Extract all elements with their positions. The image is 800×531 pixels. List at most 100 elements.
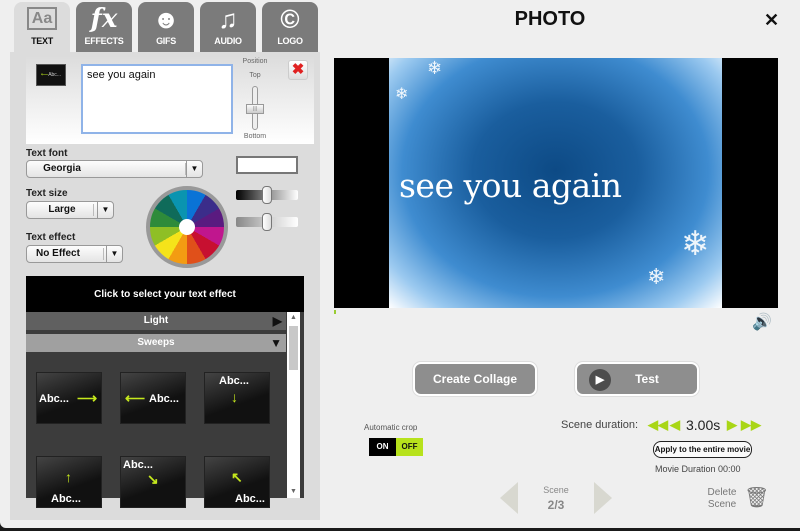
category-sweeps[interactable]: Sweeps ▼ xyxy=(26,334,286,352)
text-size-dropdown[interactable]: Large ▼ xyxy=(26,201,114,219)
tile-text: Abc... xyxy=(51,493,81,505)
effect-sweep-left[interactable]: ⟵ Abc... xyxy=(120,372,186,424)
toggle-on[interactable]: ON xyxy=(369,438,396,456)
arrow-left-icon: ⟵ xyxy=(125,390,146,406)
arrow-right-icon: ⟶ xyxy=(77,390,98,406)
tab-audio[interactable]: ♫ AUDIO xyxy=(200,2,256,54)
text-effects-list: Click to select your text effect Light ▶… xyxy=(26,276,304,508)
playback-progress[interactable] xyxy=(334,310,336,314)
position-slider-thumb[interactable]: ||| xyxy=(246,104,264,114)
scene-counter: 2/3 xyxy=(547,498,565,512)
tab-label: LOGO xyxy=(277,36,303,46)
category-label: Light xyxy=(143,315,169,326)
category-label: Sweeps xyxy=(137,337,175,348)
opacity-slider-thumb[interactable] xyxy=(262,213,272,231)
tile-text: Abc... xyxy=(219,375,249,387)
delete-label-line1: Delete xyxy=(707,487,737,498)
effect-sweep-up[interactable]: ↑ Abc... xyxy=(36,456,102,508)
thumb-label: Abc... xyxy=(48,72,61,78)
smiley-icon: ☻ xyxy=(152,4,180,34)
music-note-icon: ♫ xyxy=(218,4,238,34)
scene-label: Scene xyxy=(543,485,569,495)
text-effect-label: Text effect xyxy=(26,232,76,243)
slide-text: see you again xyxy=(399,166,622,205)
tile-text: Abc... xyxy=(123,459,153,471)
text-font-value: Georgia xyxy=(43,163,81,174)
text-effect-dropdown[interactable]: No Effect ▼ xyxy=(26,245,123,263)
tab-text[interactable]: Aa TEXT xyxy=(14,2,70,54)
button-label: Test xyxy=(635,372,659,386)
scrollbar-thumb[interactable] xyxy=(289,326,298,370)
effect-sweep-down[interactable]: Abc... ↓ xyxy=(204,372,270,424)
tab-label: AUDIO xyxy=(214,36,242,46)
text-icon: Aa xyxy=(14,2,70,36)
arrow-up-left-icon: ↖ xyxy=(231,469,243,485)
delete-scene-button[interactable]: Delete Scene xyxy=(700,487,744,511)
page-title: PHOTO xyxy=(514,8,586,30)
snowflake-icon: ❄ xyxy=(427,58,443,78)
next-scene-button[interactable] xyxy=(594,482,612,514)
tab-label: TEXT xyxy=(31,36,53,46)
play-icon: ▶ xyxy=(589,369,611,391)
tab-gifs[interactable]: ☻ GIFS xyxy=(138,2,194,54)
text-font-dropdown[interactable]: Georgia ▼ xyxy=(26,160,203,178)
separator xyxy=(93,204,94,216)
close-icon[interactable]: ✕ xyxy=(764,10,779,31)
scene-duration-label: Scene duration: xyxy=(561,419,639,431)
color-wheel[interactable] xyxy=(146,186,228,268)
fx-icon: fx xyxy=(90,4,118,34)
snowflake-icon: ❄ xyxy=(681,225,710,263)
arrow-down-icon: ↓ xyxy=(231,389,238,405)
effect-sweep-up-left[interactable]: ↖ Abc... xyxy=(204,456,270,508)
button-label: Create Collage xyxy=(432,372,518,386)
fast-forward-icon[interactable]: ▶▶ xyxy=(741,417,761,433)
tab-logo[interactable]: © LOGO xyxy=(262,2,318,54)
position-top-label: Top xyxy=(249,72,261,79)
scroll-up-icon[interactable]: ▲ xyxy=(287,312,300,324)
brightness-slider-thumb[interactable] xyxy=(262,186,272,204)
create-collage-button[interactable]: Create Collage xyxy=(413,362,537,396)
test-button[interactable]: ▶ Test xyxy=(575,362,699,396)
color-swatch[interactable] xyxy=(236,156,298,174)
effect-sweep-right[interactable]: Abc... ⟶ xyxy=(36,372,102,424)
automatic-crop-toggle[interactable]: ON OFF xyxy=(369,438,423,456)
triangle-right-icon: ▶ xyxy=(272,314,282,328)
trash-icon[interactable]: 🗑 xyxy=(744,485,769,510)
toggle-off[interactable]: OFF xyxy=(396,438,423,456)
text-size-label: Text size xyxy=(26,188,68,199)
scene-duration-value: 3.00s xyxy=(686,417,721,433)
effect-thumbnail[interactable]: ⟵Abc... xyxy=(36,64,66,86)
tab-effects[interactable]: fx EFFECTS xyxy=(76,2,132,54)
increase-icon[interactable]: ▶ xyxy=(727,417,737,433)
tile-text: Abc... xyxy=(235,493,265,505)
apply-entire-movie-button[interactable]: Apply to the entire movie xyxy=(653,441,752,458)
arrow-down-right-icon: ↘ xyxy=(147,471,159,487)
slide-preview: ❄ ❄ ❄ ❄ see you again xyxy=(389,58,722,308)
photo-editor-window: Aa TEXT fx EFFECTS ☻ GIFS ♫ AUDIO © LOGO… xyxy=(0,0,800,528)
text-input[interactable]: see you again xyxy=(81,64,233,134)
chevron-down-icon: ▼ xyxy=(97,202,113,218)
snowflake-icon: ❄ xyxy=(647,264,666,289)
position-label: Position xyxy=(242,58,268,65)
snowflake-icon: ❄ xyxy=(395,86,409,103)
fast-rewind-icon[interactable]: ◀◀ xyxy=(648,417,668,433)
decrease-icon[interactable]: ◀ xyxy=(670,417,680,433)
tile-text: Abc... xyxy=(39,393,69,405)
volume-icon[interactable]: 🔊 xyxy=(752,312,772,332)
preview-player[interactable]: ❄ ❄ ❄ ❄ see you again xyxy=(334,58,778,308)
delete-text-button[interactable]: ✖ xyxy=(288,60,308,80)
delete-label-line2: Scene xyxy=(707,499,737,510)
chevron-down-icon: ▼ xyxy=(186,161,202,177)
tab-label: EFFECTS xyxy=(84,36,124,46)
chevron-down-icon: ▼ xyxy=(106,246,122,262)
effects-header: Click to select your text effect xyxy=(26,276,304,312)
scroll-down-icon[interactable]: ▼ xyxy=(287,486,300,498)
category-light[interactable]: Light ▶ xyxy=(26,312,286,330)
effect-sweep-down-right[interactable]: Abc... ↘ xyxy=(120,456,186,508)
text-size-value: Large xyxy=(48,204,76,215)
position-bottom-label: Bottom xyxy=(243,133,267,140)
arrow-up-icon: ↑ xyxy=(65,469,72,485)
previous-scene-button[interactable] xyxy=(500,482,518,514)
triangle-down-icon: ▼ xyxy=(270,336,282,350)
effects-scrollbar[interactable]: ▲ ▼ xyxy=(287,312,300,498)
